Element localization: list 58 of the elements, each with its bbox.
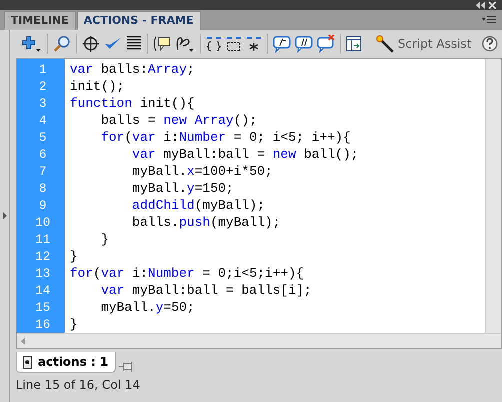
vertical-scrollbar[interactable]: [485, 59, 501, 333]
line-number: 7: [38, 164, 48, 178]
line-number: 6: [38, 148, 48, 162]
code-line: init();: [69, 79, 125, 94]
line-number: 16: [34, 318, 52, 332]
code-line: }: [69, 249, 78, 264]
code-hint-icon[interactable]: [153, 35, 171, 53]
code-line: addChild(myBall);: [131, 198, 266, 213]
collapse-selection-icon[interactable]: [226, 35, 242, 53]
code-line: balls = new Array();: [100, 113, 258, 128]
line-number: 13: [34, 266, 52, 280]
remove-comment-icon[interactable]: [317, 35, 335, 53]
search-icon[interactable]: [53, 35, 71, 53]
line-number: 3: [38, 96, 48, 110]
code-line: for(var i:Number = 0; i<5; i++){: [100, 130, 351, 145]
line-number: 10: [34, 216, 52, 230]
script-assist-button[interactable]: Script Assist: [376, 35, 472, 53]
magic-wand-icon: [376, 35, 394, 53]
status-text: Line 15 of 16, Col 14: [15, 377, 142, 392]
code-line: myBall.y=150;: [131, 181, 234, 196]
line-number: 9: [38, 198, 48, 212]
crosshair-icon[interactable]: [82, 35, 100, 53]
panel-toggle-icon[interactable]: [346, 35, 362, 53]
line-number: 11: [34, 232, 52, 246]
line-number: 5: [38, 130, 48, 144]
line-number: 8: [38, 182, 48, 196]
line-number: 12: [34, 250, 52, 264]
line-number: 15: [34, 300, 52, 314]
pin-icon[interactable]: [118, 361, 134, 373]
close-icon[interactable]: [489, 2, 496, 8]
code-line: var balls:Array;: [69, 62, 195, 77]
collapse-braces-icon[interactable]: [206, 35, 222, 53]
line-comment-icon[interactable]: [295, 35, 313, 53]
add-icon[interactable]: [22, 35, 42, 53]
document-icon: [23, 356, 32, 368]
code-line: }: [100, 232, 110, 247]
expand-arrow-icon[interactable]: [2, 212, 6, 220]
menu-icon[interactable]: [482, 16, 496, 24]
block-comment-icon[interactable]: [273, 35, 291, 53]
code-line: var myBall:ball = new ball();: [131, 147, 359, 162]
debug-icon[interactable]: [175, 35, 195, 53]
code-line: for(var i:Number = 0;i<5;i++){: [69, 266, 304, 281]
line-number: 4: [38, 114, 48, 128]
code-line: balls.push(myBall);: [131, 215, 281, 230]
code-line: }: [69, 317, 78, 332]
panel-tab[interactable]: ACTIONS - FRAME: [76, 11, 201, 30]
panel-tab[interactable]: TIMELINE: [4, 11, 76, 30]
line-number: 1: [38, 62, 48, 76]
line-number: 2: [38, 80, 48, 94]
code-line: myBall.y=50;: [100, 300, 195, 315]
code-line: function init(){: [69, 96, 195, 111]
code-line: var myBall:ball = balls[i];: [100, 283, 312, 298]
help-icon[interactable]: [482, 36, 498, 52]
expand-all-icon[interactable]: [246, 35, 262, 53]
script-tab[interactable]: actions : 1: [16, 352, 116, 373]
code-line: myBall.x=100+i*50;: [131, 164, 273, 179]
line-number: 14: [34, 284, 52, 298]
horizontal-scrollbar[interactable]: [17, 333, 501, 348]
